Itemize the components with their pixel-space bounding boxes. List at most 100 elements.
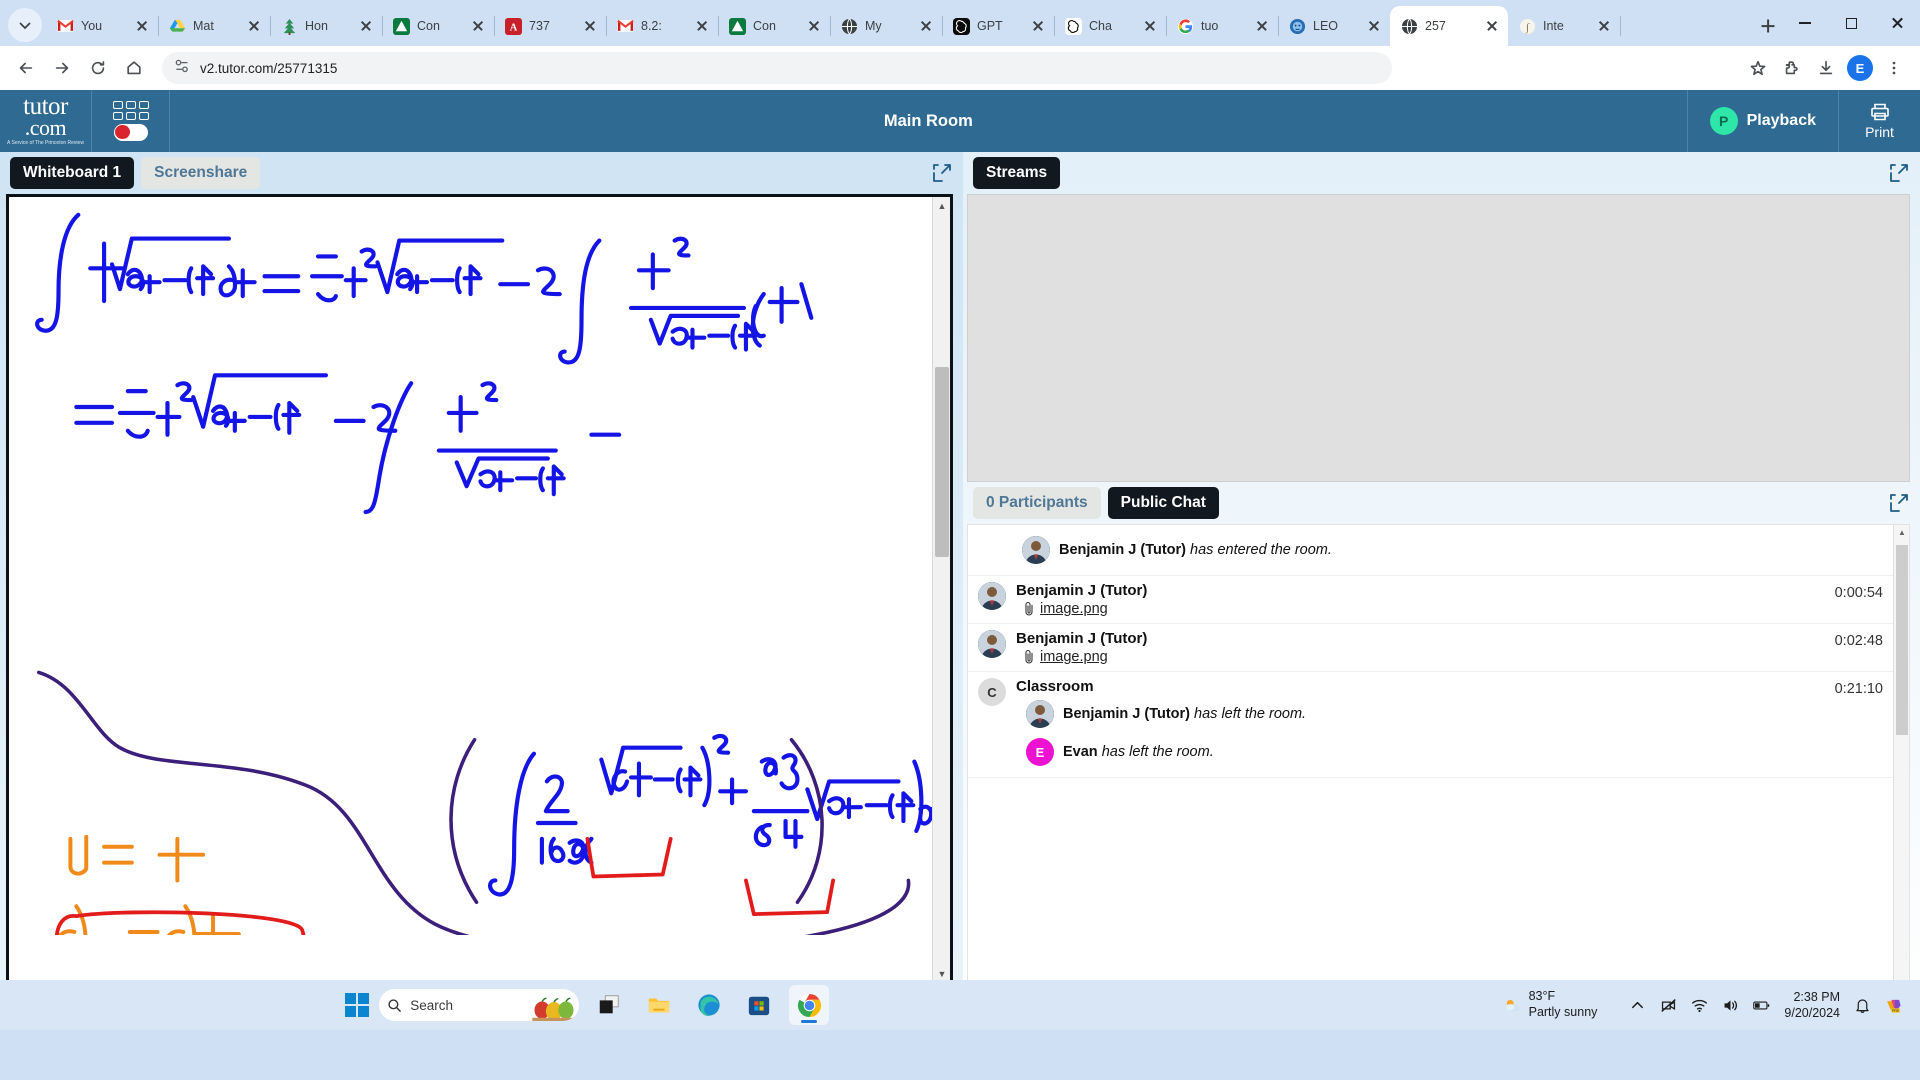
main-area: Whiteboard 1 Screenshare ▲ ▼ Streams 0 P… (0, 152, 1920, 1030)
reload-icon (91, 61, 105, 75)
streams-video-area[interactable] (967, 194, 1910, 482)
chat-message-list[interactable]: Benjamin J (Tutor) has entered the room.… (967, 524, 1910, 1024)
browser-tab[interactable]: LEO (1278, 6, 1391, 46)
no-camera-icon[interactable] (1660, 997, 1677, 1014)
back-button[interactable] (10, 52, 42, 84)
whiteboard-canvas-frame[interactable]: ▲ ▼ (6, 194, 953, 986)
record-toggle[interactable] (113, 124, 148, 141)
url-text: v2.tutor.com/25771315 (200, 60, 338, 76)
chat-scroll-thumb[interactable] (1896, 545, 1908, 735)
tab-close-button[interactable] (694, 18, 710, 34)
home-button[interactable] (118, 52, 150, 84)
browser-tab[interactable]: Mat (158, 6, 271, 46)
tab-search-button[interactable] (8, 8, 42, 42)
bookmark-star-button[interactable] (1742, 52, 1774, 84)
tab-streams[interactable]: Streams (973, 157, 1061, 189)
scroll-up-arrow[interactable]: ▲ (933, 197, 950, 215)
browser-tab[interactable]: Hon (270, 6, 383, 46)
wifi-icon[interactable] (1691, 997, 1708, 1014)
taskbar-task-view[interactable] (589, 985, 629, 1025)
layout-controls[interactable] (92, 90, 170, 152)
chat-scrollbar[interactable]: ▲ ▼ (1893, 525, 1909, 1023)
browser-tab[interactable]: Cha (1054, 6, 1167, 46)
taskbar-file-explorer[interactable] (639, 985, 679, 1025)
site-settings-icon[interactable] (174, 58, 190, 79)
tab-close-button[interactable] (806, 18, 822, 34)
attachment-link[interactable]: image.png (1024, 649, 1885, 665)
whiteboard-drawing[interactable] (9, 197, 950, 935)
taskbar-chrome[interactable] (789, 985, 830, 1025)
browser-tab-active[interactable]: 257 (1390, 6, 1508, 46)
chrome-menu-button[interactable] (1878, 52, 1910, 84)
show-hidden-icons-icon[interactable] (1629, 997, 1646, 1014)
notifications-bell-icon[interactable] (1854, 997, 1871, 1014)
app-header: tutor .com A Service of The Princeton Re… (0, 90, 1920, 152)
whiteboard-expand-icon[interactable] (931, 162, 953, 184)
tutor-logo[interactable]: tutor .com A Service of The Princeton Re… (0, 90, 92, 152)
maximize-button[interactable] (1828, 6, 1874, 40)
avatar: C (978, 678, 1006, 706)
tab-close-button[interactable] (1254, 18, 1270, 34)
taskbar-edge[interactable] (689, 985, 729, 1025)
system-event: E Evan has left the room. (1016, 733, 1885, 771)
taskbar-search[interactable]: Search (379, 989, 580, 1021)
streams-chat-pane: Streams 0 Participants Public Chat Benja… (963, 152, 1920, 1030)
tab-close-button[interactable] (358, 18, 374, 34)
grid-layout-icon[interactable] (112, 101, 149, 120)
browser-tab[interactable]: ∫ Inte (1508, 6, 1621, 46)
taskbar-clock[interactable]: 2:38 PM 9/20/2024 (1784, 989, 1840, 1022)
profile-button[interactable]: E (1844, 52, 1876, 84)
tab-public-chat[interactable]: Public Chat (1107, 487, 1219, 519)
reload-button[interactable] (82, 52, 114, 84)
forward-button[interactable] (46, 52, 78, 84)
new-tab-button[interactable] (1754, 12, 1782, 40)
chat-scroll-up-arrow[interactable]: ▲ (1894, 525, 1909, 541)
scroll-thumb[interactable] (935, 367, 949, 557)
arrow-left-icon (19, 62, 33, 74)
tab-close-button[interactable] (918, 18, 934, 34)
browser-tab[interactable]: GPT (942, 6, 1055, 46)
browser-tab[interactable]: tuo (1166, 6, 1279, 46)
tab-whiteboard-1[interactable]: Whiteboard 1 (10, 157, 135, 189)
tab-close-button[interactable] (1142, 18, 1158, 34)
browser-tab[interactable]: A 737 (494, 6, 607, 46)
tab-close-button[interactable] (582, 18, 598, 34)
browser-tab[interactable]: Con (718, 6, 831, 46)
tab-close-button[interactable] (1484, 18, 1500, 34)
battery-icon[interactable] (1753, 997, 1770, 1014)
attachment-link[interactable]: image.png (1024, 601, 1885, 617)
tab-participants[interactable]: 0 Participants (973, 487, 1101, 519)
browser-tab[interactable]: My (830, 6, 943, 46)
address-bar[interactable]: v2.tutor.com/25771315 (162, 52, 1392, 84)
browser-tab[interactable]: Con (382, 6, 495, 46)
avatar (1022, 536, 1050, 564)
browser-tab[interactable]: You (46, 6, 159, 46)
page-content: tutor .com A Service of The Princeton Re… (0, 90, 1920, 1030)
start-button[interactable] (345, 993, 370, 1017)
downloads-button[interactable] (1810, 52, 1842, 84)
close-window-button[interactable] (1874, 6, 1920, 40)
volume-icon[interactable] (1722, 997, 1739, 1014)
browser-tab[interactable]: 8.2: (606, 6, 719, 46)
tab-close-button[interactable] (246, 18, 262, 34)
pdf-icon: A (505, 17, 522, 35)
chat-expand-icon[interactable] (1888, 492, 1910, 514)
tab-screenshare[interactable]: Screenshare (141, 157, 261, 189)
tab-close-button[interactable] (1366, 18, 1382, 34)
weather-widget[interactable]: 83°F Partly sunny (1504, 989, 1597, 1020)
copilot-icon[interactable]: PRE (1885, 997, 1902, 1014)
extensions-button[interactable] (1776, 52, 1808, 84)
print-button[interactable]: Print (1838, 90, 1920, 152)
openai-dark-icon (953, 17, 970, 35)
tab-close-button[interactable] (470, 18, 486, 34)
whiteboard-scrollbar[interactable]: ▲ ▼ (932, 197, 950, 983)
tab-close-button[interactable] (134, 18, 150, 34)
playback-button[interactable]: P Playback (1686, 90, 1838, 152)
minimize-button[interactable] (1782, 6, 1828, 40)
tab-close-button[interactable] (1596, 18, 1612, 34)
tab-close-button[interactable] (1030, 18, 1046, 34)
event-action: has left the room. (1194, 706, 1307, 722)
taskbar-microsoft-store[interactable] (739, 985, 779, 1025)
more-vertical-icon (1892, 61, 1896, 75)
streams-expand-icon[interactable] (1888, 162, 1910, 184)
